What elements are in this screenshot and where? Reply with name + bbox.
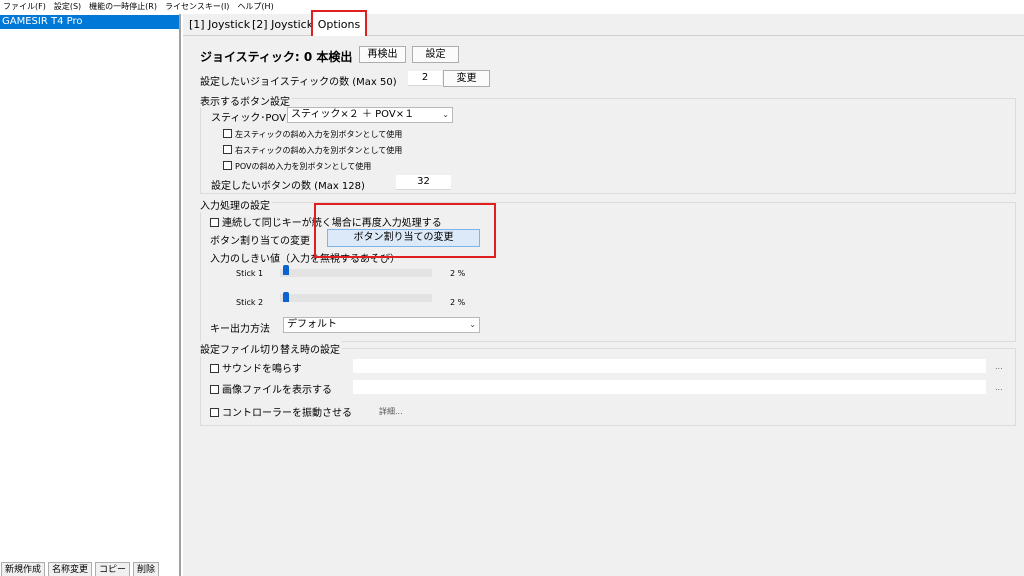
stick1-label: Stick 1	[236, 269, 264, 278]
image-checkbox[interactable]: 画像ファイルを表示する	[210, 381, 332, 396]
stick-pov-select[interactable]: スティック×２ ＋ POV×１ ⌄	[287, 107, 453, 123]
chevron-down-icon: ⌄	[469, 320, 476, 329]
right-stick-diagonal-label: 右スティックの斜め入力を別ボタンとして使用	[235, 146, 403, 155]
stick2-value: 2 %	[450, 298, 466, 307]
key-output-label: キー出力方法	[210, 324, 270, 335]
pov-diagonal-checkbox[interactable]: POVの斜め入力を別ボタンとして使用	[223, 161, 371, 172]
key-output-select[interactable]: デフォルト ⌄	[283, 317, 480, 333]
button-count-input[interactable]: 32	[396, 175, 451, 190]
menu-bar: ファイル(F) 設定(S) 機能の一時停止(R) ライセンスキー(I) ヘルプ(…	[0, 0, 1024, 14]
sound-checkbox[interactable]: サウンドを鳴らす	[210, 360, 302, 375]
stick2-slider-thumb[interactable]	[282, 292, 289, 302]
device-list[interactable]: GAMESIR T4 Pro 新規作成 名称変更 コピー 削除	[0, 14, 181, 576]
checkbox-icon	[210, 408, 219, 417]
checkbox-icon	[210, 385, 219, 394]
stick2-slider-track[interactable]	[280, 294, 432, 302]
menu-settings[interactable]: 設定(S)	[54, 0, 81, 14]
checkbox-icon	[223, 161, 232, 170]
delete-button[interactable]: 削除	[133, 562, 160, 576]
joystick-count-label: 設定したいジョイスティックの数 (Max 50)	[200, 77, 397, 88]
left-stick-diagonal-label: 左スティックの斜め入力を別ボタンとして使用	[235, 130, 403, 139]
tab-joystick-2[interactable]: [2] Joystick	[252, 17, 313, 35]
stick-pov-label: スティック･POV	[211, 113, 286, 124]
checkbox-icon	[223, 145, 232, 154]
right-stick-diagonal-checkbox[interactable]: 右スティックの斜め入力を別ボタンとして使用	[223, 145, 402, 156]
checkbox-icon	[210, 218, 219, 227]
stick1-value: 2 %	[450, 269, 466, 278]
menu-license[interactable]: ライセンスキー(I)	[165, 0, 229, 14]
tab-joystick-1[interactable]: [1] Joystick	[189, 17, 250, 35]
device-list-buttons: 新規作成 名称変更 コピー 削除	[0, 562, 181, 576]
stick1-slider-thumb[interactable]	[282, 265, 289, 275]
new-button[interactable]: 新規作成	[1, 562, 46, 576]
stick-pov-value: スティック×２ ＋ POV×１	[291, 109, 415, 120]
tab-options[interactable]: Options	[311, 10, 367, 39]
key-output-value: デフォルト	[287, 319, 337, 330]
stick1-slider-track[interactable]	[280, 269, 432, 277]
joystick-status: ジョイスティック: 0 本検出	[200, 50, 353, 64]
vibrate-label: コントローラーを振動させる	[222, 408, 352, 419]
vibrate-details-link[interactable]: 詳細...	[379, 406, 403, 417]
image-browse-button[interactable]: ...	[995, 383, 1003, 392]
pov-diagonal-label: POVの斜め入力を別ボタンとして使用	[235, 162, 372, 171]
highlight-box	[314, 203, 496, 258]
image-path-field[interactable]	[353, 380, 986, 394]
input-processing-title: 入力処理の設定	[200, 197, 272, 212]
assign-label: ボタン割り当ての変更	[210, 236, 310, 247]
button-count-label: 設定したいボタンの数 (Max 128)	[211, 181, 365, 192]
menu-pause[interactable]: 機能の一時停止(R)	[89, 0, 157, 14]
tab-strip: [1] Joystick [2] Joystick Options	[183, 10, 1024, 39]
redetect-button[interactable]: 再検出	[359, 46, 406, 63]
copy-button[interactable]: コピー	[95, 562, 131, 576]
joystick-settings-button[interactable]: 設定	[412, 46, 459, 63]
menu-help[interactable]: ヘルプ(H)	[237, 0, 273, 14]
joystick-count-change-button[interactable]: 変更	[443, 70, 490, 87]
menu-file[interactable]: ファイル(F)	[3, 0, 46, 14]
rename-button[interactable]: 名称変更	[48, 562, 93, 576]
left-stick-diagonal-checkbox[interactable]: 左スティックの斜め入力を別ボタンとして使用	[223, 129, 402, 140]
stick2-label: Stick 2	[236, 298, 264, 307]
image-label: 画像ファイルを表示する	[222, 385, 332, 396]
sound-label: サウンドを鳴らす	[222, 364, 302, 375]
chevron-down-icon: ⌄	[442, 110, 449, 119]
button-display-title: 表示するボタン設定	[200, 93, 292, 108]
checkbox-icon	[223, 129, 232, 138]
options-panel: ジョイスティック: 0 本検出 再検出 設定 設定したいジョイスティックの数 (…	[198, 36, 1020, 576]
profile-switch-title: 設定ファイル切り替え時の設定	[200, 341, 342, 356]
device-list-item-selected[interactable]: GAMESIR T4 Pro	[0, 15, 179, 29]
joystick-count-input[interactable]: 2	[408, 71, 442, 86]
sound-path-field[interactable]	[353, 359, 986, 373]
sound-browse-button[interactable]: ...	[995, 362, 1003, 371]
vibrate-checkbox[interactable]: コントローラーを振動させる	[210, 404, 352, 419]
checkbox-icon	[210, 364, 219, 373]
